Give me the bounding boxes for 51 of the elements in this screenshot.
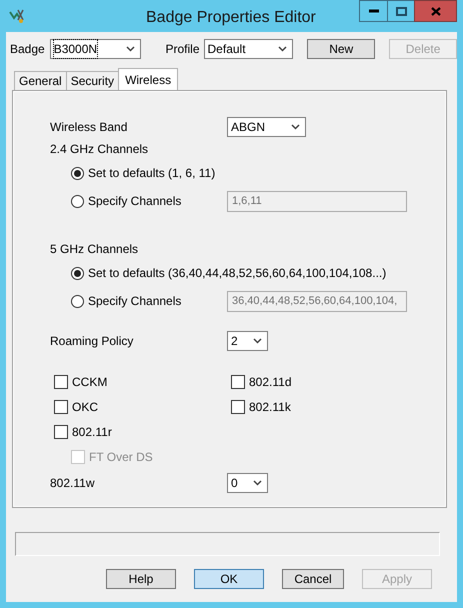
radio-button[interactable] <box>71 166 84 180</box>
section-label: 5 GHz Channels <box>50 241 138 258</box>
tab[interactable]: Wireless <box>118 68 178 90</box>
new-button[interactable]: New <box>307 39 376 59</box>
window-title: Badge Properties Editor <box>146 8 316 28</box>
checkbox[interactable] <box>54 424 68 438</box>
field-label: Roaming Policy <box>50 333 134 350</box>
maximize-button[interactable] <box>387 0 415 22</box>
checkbox[interactable] <box>231 400 245 414</box>
field-label: Wireless Band <box>50 119 128 136</box>
dialog-button[interactable]: OK <box>194 569 264 589</box>
checkbox[interactable] <box>54 400 68 414</box>
checkbox-label: FT Over DS <box>89 448 153 466</box>
radio-label: Set to defaults (36,40,44,48,52,56,60,64,100,104,108...) <box>88 265 386 282</box>
app-icon <box>9 8 25 24</box>
checkbox-label: 802.11r <box>72 424 112 440</box>
dropdown[interactable]: ABGN <box>227 117 306 137</box>
checkbox[interactable] <box>54 374 68 388</box>
radio-label: Specify Channels <box>88 193 182 210</box>
dialog-button[interactable]: Cancel <box>282 569 344 589</box>
caret-icon <box>278 46 288 52</box>
close-button[interactable] <box>414 0 457 22</box>
tab[interactable]: Security <box>66 71 120 90</box>
field-label: 802.11w <box>50 475 96 492</box>
dropdown[interactable]: B3000N <box>50 39 140 59</box>
checkbox-label: 802.11d <box>249 374 292 390</box>
radio-button[interactable] <box>71 294 84 308</box>
minimize-button[interactable] <box>359 0 388 22</box>
section-label: 2.4 GHz Channels <box>50 141 148 158</box>
caret-icon <box>253 480 262 486</box>
field-label: Profile <box>166 41 200 58</box>
dropdown[interactable]: 0 <box>227 473 268 493</box>
dropdown[interactable]: 2 <box>227 331 268 351</box>
dialog-button[interactable]: Help <box>106 569 176 589</box>
radio-label: Specify Channels <box>88 293 182 310</box>
checkbox-label: OKC <box>72 398 98 416</box>
close-icon <box>430 6 440 16</box>
minimize-icon <box>368 9 378 13</box>
checkbox[interactable] <box>231 374 245 388</box>
radio-button[interactable] <box>71 266 84 280</box>
caret-icon <box>291 124 300 130</box>
maximize-icon <box>396 6 406 16</box>
tab[interactable]: General <box>14 71 67 90</box>
caret-icon <box>253 338 262 344</box>
dropdown[interactable]: Default <box>204 39 294 59</box>
field-label: Badge <box>10 41 45 58</box>
checkbox-label: CCKM <box>72 374 108 390</box>
radio-label: Set to defaults (1, 6, 11) <box>88 165 216 182</box>
caret-icon <box>126 46 134 52</box>
checkbox-label: 802.11k <box>249 398 291 416</box>
radio-button[interactable] <box>71 194 84 208</box>
